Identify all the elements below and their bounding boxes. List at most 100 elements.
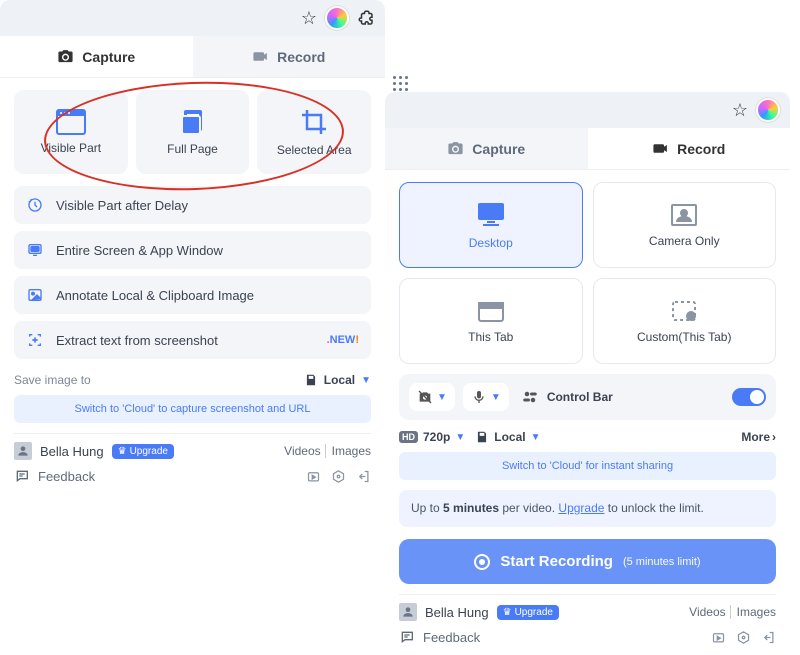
tile-visible-part[interactable]: Visible Part — [14, 90, 128, 174]
logout-icon[interactable] — [356, 469, 371, 484]
more-label: More — [741, 430, 770, 444]
app-grid-icon[interactable] — [385, 0, 417, 92]
extensions-puzzle-icon[interactable] — [357, 9, 375, 27]
chevron-down-icon: ▼ — [491, 392, 501, 403]
video-library-icon[interactable] — [711, 630, 726, 645]
tile-label: Visible Part — [41, 141, 101, 155]
tile-selected-area[interactable]: Selected Area — [257, 90, 371, 174]
item-label: Annotate Local & Clipboard Image — [56, 288, 254, 303]
chat-icon — [14, 468, 30, 484]
tile-full-page[interactable]: Full Page — [136, 90, 250, 174]
tile-label: Camera Only — [649, 234, 720, 248]
info-text: to unlock the limit. — [604, 501, 703, 515]
storage-dropdown[interactable]: Local ▼ — [475, 430, 540, 444]
video-icon — [652, 140, 669, 157]
link-videos[interactable]: Videos — [284, 444, 320, 458]
item-entire-screen[interactable]: Entire Screen & App Window — [14, 231, 371, 269]
item-extract-text[interactable]: Extract text from screenshot .NEW! — [14, 321, 371, 359]
user-name: Bella Hung — [40, 444, 104, 459]
browser-toolbar-right: ☆ — [385, 92, 790, 128]
cloud-hint[interactable]: Switch to 'Cloud' for instant sharing — [399, 452, 776, 480]
resolution-value: 720p — [423, 430, 450, 444]
item-annotate[interactable]: Annotate Local & Clipboard Image — [14, 276, 371, 314]
mode-tabs-right: Capture Record — [385, 128, 790, 170]
custom-selection-icon — [669, 298, 699, 324]
feedback-link[interactable]: Feedback — [423, 630, 480, 645]
capture-mode-grid: Visible Part Full Page Selected Area — [14, 90, 371, 174]
mode-tabs-left: Capture Record — [0, 36, 385, 78]
video-library-icon[interactable] — [306, 469, 321, 484]
controlbar-toggle[interactable] — [732, 388, 766, 406]
start-label: Start Recording — [500, 553, 613, 570]
save-target-dropdown[interactable]: Local ▼ — [304, 373, 371, 387]
avatar[interactable] — [399, 603, 417, 621]
mic-toggle-button[interactable]: ▼ — [463, 383, 509, 411]
floppy-icon — [304, 373, 318, 387]
tile-label: This Tab — [468, 330, 513, 344]
tab-capture-label: Capture — [82, 49, 135, 65]
upgrade-badge[interactable]: ♛ Upgrade — [497, 605, 559, 620]
cloud-hint[interactable]: Switch to 'Cloud' to capture screenshot … — [14, 395, 371, 423]
window-icon — [56, 109, 86, 135]
logout-icon[interactable] — [761, 630, 776, 645]
tile-label: Full Page — [167, 142, 218, 156]
tile-desktop[interactable]: Desktop — [399, 182, 583, 268]
chevron-down-icon: ▼ — [531, 432, 541, 443]
control-bar-row: ▼ ▼ Control Bar — [399, 374, 776, 420]
crown-icon: ♛ — [118, 446, 127, 457]
settings-hex-icon[interactable] — [736, 630, 751, 645]
camera-icon — [447, 140, 464, 157]
extension-color-icon[interactable] — [756, 98, 780, 122]
more-button[interactable]: More › — [741, 430, 776, 444]
item-label: Extract text from screenshot — [56, 333, 218, 348]
resolution-dropdown[interactable]: HD 720p ▼ — [399, 430, 465, 444]
camera-icon — [57, 48, 74, 65]
link-images[interactable]: Images — [325, 444, 371, 458]
extension-color-icon[interactable] — [325, 6, 349, 30]
chat-icon — [399, 629, 415, 645]
camera-toggle-button[interactable]: ▼ — [409, 383, 455, 411]
record-dot-icon — [474, 554, 490, 570]
fullpage-icon — [179, 108, 207, 136]
save-target-value: Local — [324, 373, 355, 387]
start-recording-button[interactable]: Start Recording (5 minutes limit) — [399, 539, 776, 584]
clock-icon — [26, 196, 44, 214]
tab-record-label: Record — [677, 141, 725, 157]
tile-this-tab[interactable]: This Tab — [399, 278, 583, 364]
upgrade-badge[interactable]: ♛ Upgrade — [112, 444, 174, 459]
chevron-right-icon: › — [772, 430, 776, 444]
chevron-down-icon: ▼ — [361, 375, 371, 386]
feedback-link[interactable]: Feedback — [38, 469, 95, 484]
bookmark-star-icon[interactable]: ☆ — [301, 8, 317, 29]
save-image-label: Save image to — [14, 373, 91, 387]
browser-tab-icon — [476, 298, 506, 324]
tab-capture-label: Capture — [472, 141, 525, 157]
tab-capture[interactable]: Capture — [385, 128, 588, 169]
tile-label: Desktop — [469, 236, 513, 250]
info-text: Up to — [411, 501, 443, 515]
upgrade-link[interactable]: Upgrade — [558, 501, 604, 515]
storage-value: Local — [494, 430, 525, 444]
limit-info: Up to 5 minutes per video. Upgrade to un… — [399, 490, 776, 527]
chevron-down-icon: ▼ — [455, 432, 465, 443]
upgrade-label: Upgrade — [130, 446, 168, 457]
info-text: per video. — [499, 501, 558, 515]
browser-toolbar-left: ☆ — [0, 0, 385, 36]
avatar[interactable] — [14, 442, 32, 460]
tab-capture[interactable]: Capture — [0, 36, 193, 77]
tile-label: Selected Area — [277, 143, 352, 157]
info-bold: 5 minutes — [443, 501, 499, 515]
tab-record[interactable]: Record — [193, 36, 386, 77]
tile-camera-only[interactable]: Camera Only — [593, 182, 777, 268]
link-images[interactable]: Images — [730, 605, 776, 619]
tile-label: Custom(This Tab) — [637, 330, 731, 344]
item-visible-delay[interactable]: Visible Part after Delay — [14, 186, 371, 224]
settings-hex-icon[interactable] — [331, 469, 346, 484]
tile-custom-tab[interactable]: Custom(This Tab) — [593, 278, 777, 364]
bookmark-star-icon[interactable]: ☆ — [732, 100, 748, 121]
start-sub-label: (5 minutes limit) — [623, 556, 701, 568]
person-frame-icon — [669, 202, 699, 228]
tab-record[interactable]: Record — [588, 128, 791, 169]
crop-icon — [299, 107, 329, 137]
link-videos[interactable]: Videos — [689, 605, 725, 619]
